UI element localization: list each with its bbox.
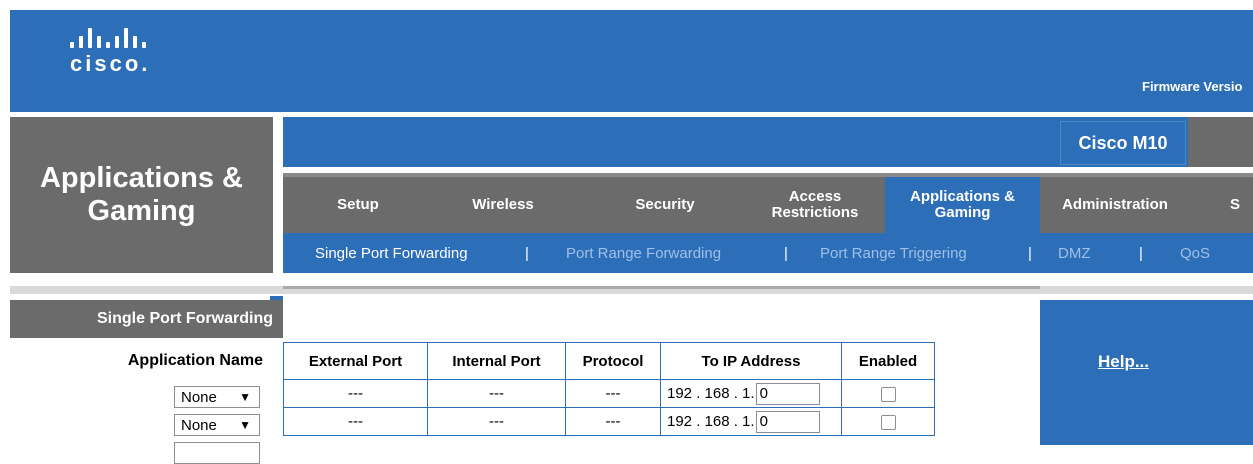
help-panel bbox=[1040, 300, 1253, 445]
internal-port-cell: --- bbox=[427, 379, 566, 408]
enabled-cell bbox=[841, 379, 935, 408]
port-forwarding-table: External Port Internal Port Protocol To … bbox=[283, 342, 935, 436]
page-title: Applications & Gaming bbox=[39, 162, 243, 227]
table-header-row: External Port Internal Port Protocol To … bbox=[283, 342, 935, 380]
enabled-checkbox[interactable] bbox=[880, 386, 896, 402]
ip-address-cell: 192 . 168 . 1. 0 bbox=[660, 379, 842, 408]
tab-access-restrictions[interactable]: Access Restrictions bbox=[745, 177, 885, 233]
divider bbox=[270, 296, 283, 300]
application-select[interactable]: None ▼ bbox=[174, 386, 260, 408]
subnav-qos[interactable]: QoS bbox=[1180, 245, 1210, 262]
enabled-checkbox[interactable] bbox=[880, 414, 896, 430]
subnav-port-range-triggering[interactable]: Port Range Triggering bbox=[820, 245, 967, 262]
model-strip-gray bbox=[1188, 117, 1253, 167]
model-name: Cisco M10 bbox=[1060, 121, 1186, 165]
subnav-separator: | bbox=[1028, 245, 1032, 262]
subnav-separator: | bbox=[525, 245, 529, 262]
ip-address-cell: 192 . 168 . 1. 0 bbox=[660, 407, 842, 436]
firmware-version-label: Firmware Versio bbox=[1142, 79, 1243, 94]
table-row: --- --- --- 192 . 168 . 1. 0 bbox=[283, 407, 935, 436]
tab-status[interactable]: S bbox=[1230, 177, 1253, 233]
tab-wireless[interactable]: Wireless bbox=[433, 177, 573, 233]
table-row: --- --- --- 192 . 168 . 1. 0 bbox=[283, 379, 935, 408]
tab-setup[interactable]: Setup bbox=[283, 177, 433, 233]
subnav-dmz[interactable]: DMZ bbox=[1058, 245, 1091, 262]
subnav-separator: | bbox=[784, 245, 788, 262]
external-port-cell: --- bbox=[283, 379, 428, 408]
help-link[interactable]: Help... bbox=[1098, 352, 1149, 372]
dropdown-arrow-icon: ▼ bbox=[239, 418, 251, 432]
cisco-logo: cisco. bbox=[70, 28, 210, 88]
application-name-label: Application Name bbox=[127, 352, 263, 369]
ip-prefix: 192 . 168 . 1. bbox=[667, 413, 755, 430]
external-port-cell: --- bbox=[283, 407, 428, 436]
dropdown-arrow-icon: ▼ bbox=[239, 390, 251, 404]
tab-security[interactable]: Security bbox=[595, 177, 735, 233]
ip-last-octet-input[interactable]: 0 bbox=[755, 410, 820, 433]
sidebar-section-label: Single Port Forwarding bbox=[96, 310, 273, 327]
tab-administration[interactable]: Administration bbox=[1040, 177, 1190, 233]
ip-last-octet-input[interactable]: 0 bbox=[755, 382, 820, 405]
protocol-cell: --- bbox=[565, 407, 661, 436]
enabled-cell bbox=[841, 407, 935, 436]
subnav-single-port-forwarding[interactable]: Single Port Forwarding bbox=[315, 245, 468, 262]
application-select-value: None bbox=[181, 388, 217, 406]
application-select[interactable]: None ▼ bbox=[174, 414, 260, 436]
protocol-cell: --- bbox=[565, 379, 661, 408]
subnav-separator: | bbox=[1139, 245, 1143, 262]
cisco-wordmark: cisco. bbox=[70, 51, 151, 76]
column-header-protocol: Protocol bbox=[565, 342, 661, 380]
internal-port-cell: --- bbox=[427, 407, 566, 436]
content-divider bbox=[283, 286, 1040, 289]
subnav-port-range-forwarding[interactable]: Port Range Forwarding bbox=[566, 245, 721, 262]
ip-prefix: 192 . 168 . 1. bbox=[667, 385, 755, 402]
application-select-value: None bbox=[181, 416, 217, 434]
tab-applications-gaming[interactable]: Applications & Gaming bbox=[885, 177, 1040, 233]
column-header-external-port: External Port bbox=[283, 342, 428, 380]
column-header-internal-port: Internal Port bbox=[427, 342, 566, 380]
column-header-enabled: Enabled bbox=[841, 342, 935, 380]
cisco-bars-icon bbox=[70, 28, 210, 48]
column-header-to-ip-address: To IP Address bbox=[660, 342, 842, 380]
application-select[interactable] bbox=[174, 442, 260, 464]
